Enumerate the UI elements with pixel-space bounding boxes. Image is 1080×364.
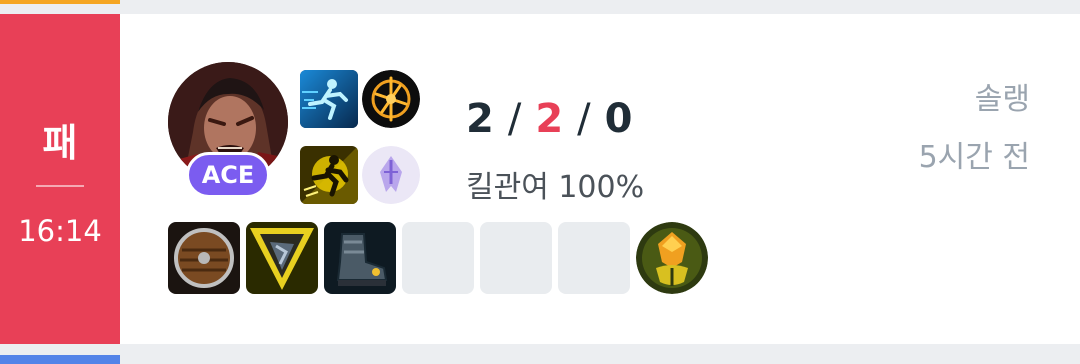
- deaths-count: 2: [535, 96, 566, 142]
- queue-type: 솔랭: [974, 82, 1030, 117]
- ace-badge: ACE: [186, 152, 270, 198]
- empty-item-slot: [402, 222, 474, 294]
- ward-trinket-icon[interactable]: [636, 222, 708, 294]
- match-history-card[interactable]: 패 16:14 ACE 2 / 2 / 0 킬관여 100% 솔랭 5시간 전: [0, 14, 1080, 344]
- kda-separator: /: [507, 96, 524, 142]
- kda-score: 2/2/0: [466, 96, 635, 142]
- ghost-spell-icon[interactable]: [300, 70, 358, 128]
- match-duration: 16:14: [18, 214, 102, 248]
- empty-item-slot: [480, 222, 552, 294]
- result-sidebar: 패 16:14: [0, 14, 120, 344]
- kill-participation: 킬관여 100%: [466, 170, 645, 205]
- assists-count: 0: [604, 96, 635, 142]
- phase-rush-rune-icon[interactable]: [362, 70, 420, 128]
- armored-boots-item-icon[interactable]: [324, 222, 396, 294]
- sorcery-tree-rune-icon[interactable]: [362, 146, 420, 204]
- empty-item-slot: [558, 222, 630, 294]
- match-result-label: 패: [42, 121, 78, 165]
- next-card-accent: [0, 355, 120, 364]
- previous-card-accent: [0, 0, 120, 4]
- gold-cape-item-icon[interactable]: [246, 222, 318, 294]
- ignite-spell-icon[interactable]: [300, 146, 358, 204]
- result-divider: [36, 185, 84, 187]
- wooden-shield-item-icon[interactable]: [168, 222, 240, 294]
- kda-separator: /: [577, 96, 593, 142]
- kills-count: 2: [466, 96, 496, 142]
- time-ago: 5시간 전: [918, 140, 1030, 175]
